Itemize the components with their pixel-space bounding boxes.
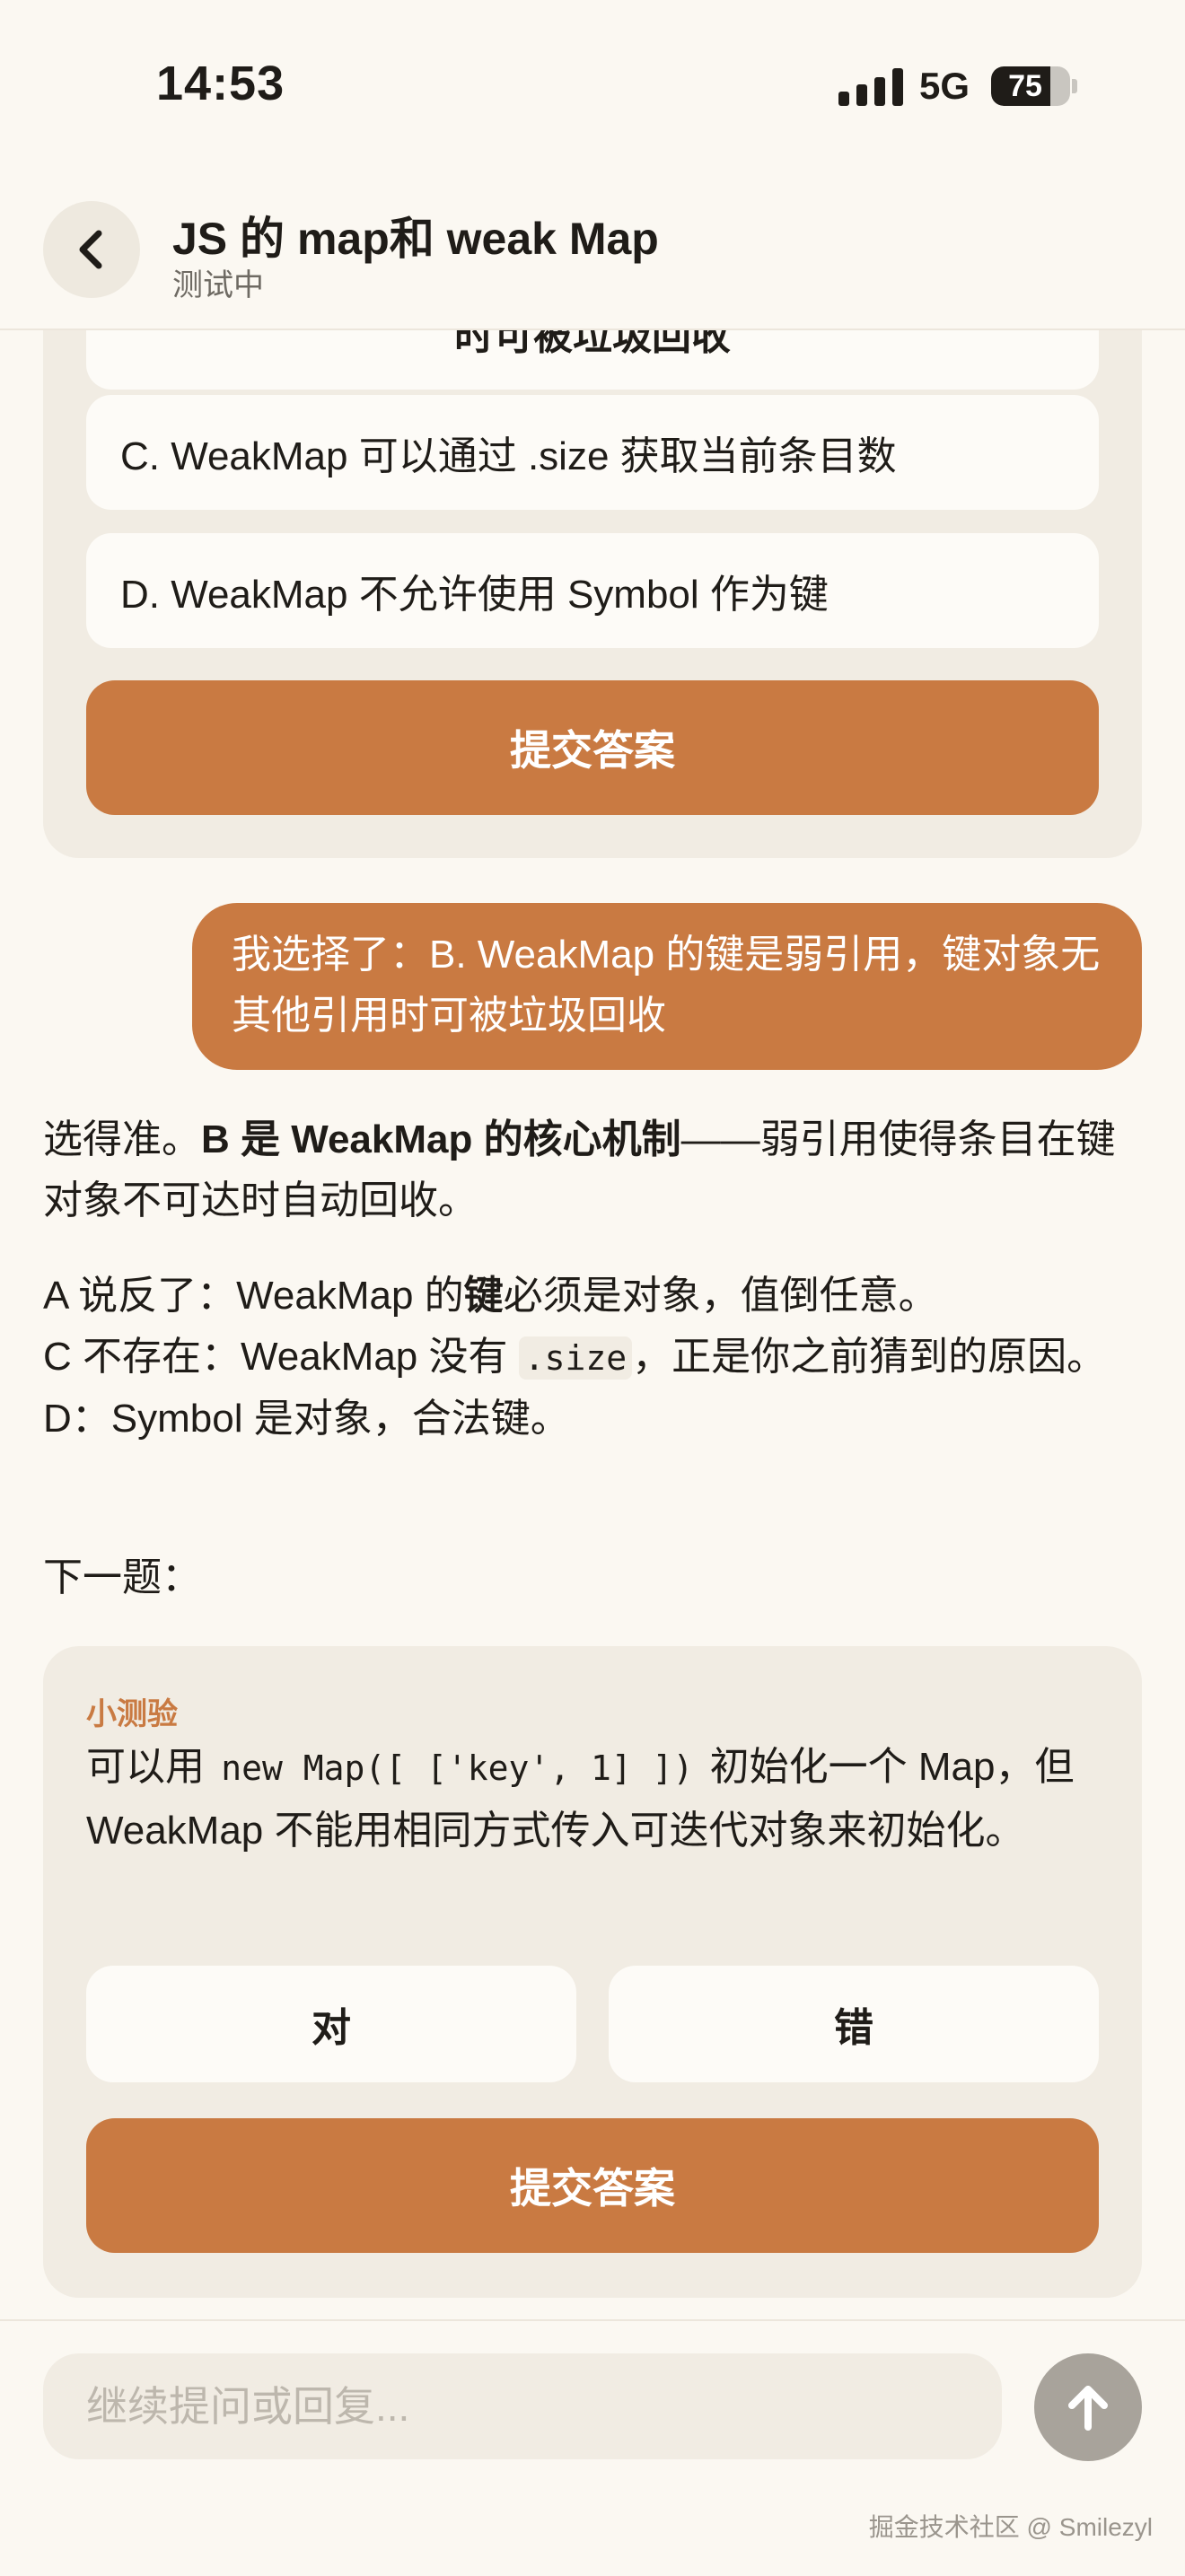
back-button[interactable] [43,201,140,298]
option-b[interactable]: 时可被垃圾回收 [86,329,1099,390]
quiz-question: 可以用 new Map([ ['key', 1] ]) 初始化一个 Map，但 … [86,1736,1110,1862]
option-d-label: D. WeakMap 不允许使用 Symbol 作为键 [120,573,829,617]
reply-a-bold: 键 [463,1274,504,1318]
question-card: 时可被垃圾回收 C. WeakMap 可以通过 .size 获取当前条目数 D.… [43,329,1142,858]
quiz-submit-button[interactable]: 提交答案 [86,2118,1099,2253]
reply-line-c: C 不存在：WeakMap 没有 .size ，正是你之前猜到的原因。 [43,1327,1147,1389]
reply-a-text-2: 必须是对象，值倒任意。 [503,1274,938,1318]
chat-title: JS 的 map和 weak Map [172,214,659,264]
chat-subtitle: 测试中 [172,268,264,302]
reply-a-text-1: A 说反了：WeakMap 的 [43,1274,464,1318]
option-c-label: C. WeakMap 可以通过 .size 获取当前条目数 [120,434,897,478]
battery-icon: 75 [991,66,1070,106]
reply-prefix: 选得准。 [43,1117,201,1161]
chat-scroll-area[interactable]: 时可被垃圾回收 C. WeakMap 可以通过 .size 获取当前条目数 D.… [0,329,1185,2319]
battery-cap [1072,79,1077,93]
answer-false-button[interactable]: 错 [609,1966,1099,2082]
option-b-label: 时可被垃圾回收 [454,329,731,358]
option-c[interactable]: C. WeakMap 可以通过 .size 获取当前条目数 [86,395,1099,510]
reply-line-d: D：Symbol 是对象，合法键。 [43,1397,570,1441]
status-bar: 14:53 5G 75 [0,0,1185,171]
reply-c-code: .size [518,1336,633,1380]
network-label: 5G [919,65,970,107]
quiz-question-text-1: 可以用 [86,1745,216,1789]
reply-c-text-1: C 不存在：WeakMap 没有 [43,1335,519,1379]
reply-line-a: A 说反了：WeakMap 的键必须是对象，值倒任意。 [43,1266,1147,1327]
status-time: 14:53 [156,57,285,110]
submit-answer-button[interactable]: 提交答案 [86,680,1099,815]
send-button[interactable] [1034,2353,1142,2461]
quiz-label: 小测验 [86,1697,178,1731]
quiz-card: 小测验 可以用 new Map([ ['key', 1] ]) 初始化一个 Ma… [43,1646,1142,2298]
signal-icon [838,68,912,106]
assistant-reply-details: A 说反了：WeakMap 的键必须是对象，值倒任意。 C 不存在：WeakMa… [43,1266,1147,1450]
arrow-up-icon [1068,2386,1108,2431]
user-message-bubble: 我选择了：B. WeakMap 的键是弱引用，键对象无其他引用时可被垃圾回收 [192,903,1142,1070]
battery-level: 75 [1008,69,1042,103]
reply-c-text-2: ，正是你之前猜到的原因。 [632,1335,1107,1379]
answer-true-button[interactable]: 对 [86,1966,576,2082]
chevron-left-icon [79,230,102,269]
watermark: 掘金技术社区 @ Smilezyl [868,2513,1153,2541]
option-d[interactable]: D. WeakMap 不允许使用 Symbol 作为键 [86,533,1099,648]
chat-header: JS 的 map和 weak Map 测试中 [0,171,1185,330]
quiz-question-code: new Map([ ['key', 1] ]) [215,1747,699,1790]
assistant-reply-intro: 选得准。B 是 WeakMap 的核心机制——弱引用使得条目在键对象不可达时自动… [43,1109,1147,1231]
next-question-label: 下一题： [43,1555,201,1599]
reply-input[interactable] [43,2353,1002,2459]
reply-bold: B 是 WeakMap 的核心机制 [201,1117,681,1161]
